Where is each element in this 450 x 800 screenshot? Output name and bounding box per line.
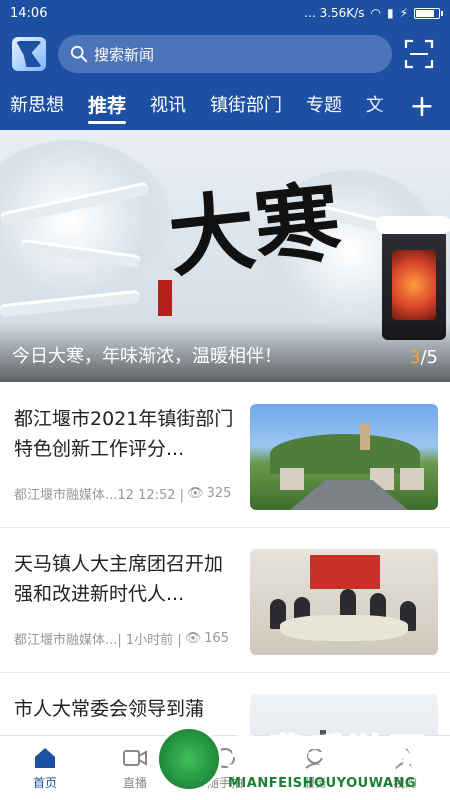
home-icon	[35, 747, 55, 768]
tab-video[interactable]: 视讯	[150, 82, 186, 130]
app-logo[interactable]	[12, 37, 46, 71]
tab-topics[interactable]: 专题	[306, 82, 342, 130]
nav-home-label: 首页	[32, 775, 57, 790]
news-thumbnail	[250, 549, 438, 655]
eye-icon: 👁	[187, 486, 204, 501]
tab-recommend[interactable]: 推荐	[88, 82, 127, 130]
nav-mine-label: 我的	[392, 775, 417, 790]
tab-xinsixiang[interactable]: 新思想	[10, 82, 64, 130]
service-icon	[305, 747, 325, 769]
network-speed: ... 3.56K/s	[304, 6, 365, 20]
news-headline: 市人大常委会领导到蒲	[14, 698, 205, 720]
nav-service[interactable]: 服务	[270, 736, 360, 800]
eye-icon: 👁	[184, 631, 202, 646]
news-item[interactable]: 都江堰市2021年镇街部门特色创新工作评分... 都江堰市融媒体...12 12…	[0, 388, 450, 528]
banner-total: /5	[420, 347, 438, 368]
status-bar: 14:06 ... 3.56K/s ◠ ▮ ⚡	[0, 0, 450, 26]
news-headline: 都江堰市2021年镇街部门特色创新工作评分...	[14, 408, 234, 460]
battery-icon	[414, 7, 443, 19]
tab-culture[interactable]: 文	[366, 82, 384, 130]
tab-town-departments[interactable]: 镇街部门	[210, 82, 282, 130]
red-seal	[158, 280, 172, 316]
nav-snapshot-label: 随手拍	[206, 775, 243, 790]
news-headline: 天马镇人大主席团召开加强和改进新时代人...	[14, 553, 224, 605]
nav-snapshot[interactable]: 随手拍	[180, 736, 270, 800]
scan-icon[interactable]	[404, 39, 434, 69]
banner-title: 今日大寒，年味渐浓，温暖相伴！	[12, 346, 282, 367]
news-source-time: 都江堰市融媒体...12 12:52 |	[14, 488, 185, 503]
news-thumbnail	[250, 404, 438, 510]
nav-service-label: 服务	[302, 775, 327, 790]
signal-icon: ▮	[386, 6, 394, 20]
news-views: 325	[206, 486, 232, 501]
charging-icon: ⚡	[399, 6, 408, 20]
video-camera-icon	[123, 749, 147, 766]
nav-mine[interactable]: 我的	[360, 736, 450, 800]
search-placeholder: 搜索新闻	[94, 45, 155, 64]
banner-caption: 今日大寒，年味渐浓，温暖相伴！ 3 /5	[0, 322, 450, 382]
nav-home[interactable]: 首页	[0, 736, 90, 800]
status-right: ... 3.56K/s ◠ ▮ ⚡	[304, 6, 443, 20]
banner-calligraphy: 大寒	[164, 171, 346, 290]
bottom-navigation: 首页 直播 随手拍 服务 我的	[0, 735, 450, 800]
news-views: 165	[204, 631, 230, 646]
search-bar[interactable]: 搜索新闻	[58, 35, 392, 73]
nav-live-label: 直播	[122, 775, 147, 790]
news-item[interactable]: 天马镇人大主席团召开加强和改进新时代人... 都江堰市融媒体...| 1小时前 …	[0, 533, 450, 673]
camera-icon	[215, 747, 235, 768]
status-time: 14:06	[10, 5, 48, 21]
wifi-icon: ◠	[370, 6, 381, 20]
user-icon	[394, 747, 416, 770]
banner-current-index: 3	[409, 347, 421, 368]
nav-live[interactable]: 直播	[90, 736, 180, 800]
news-source-time: 都江堰市融媒体...| 1小时前 |	[14, 633, 182, 648]
search-icon	[70, 45, 88, 63]
banner-carousel[interactable]: 大寒 今日大寒，年味渐浓，温暖相伴！ 3 /5	[0, 130, 450, 382]
add-channel-button[interactable]: +	[394, 82, 450, 130]
news-meta: 都江堰市融媒体...12 12:52 | 👁 325	[14, 484, 231, 503]
app-header: 搜索新闻	[0, 26, 450, 82]
news-meta: 都江堰市融媒体...| 1小时前 | 👁 165	[14, 629, 229, 648]
channel-tabs: 新思想 推荐 视讯 镇街部门 专题 文 +	[0, 82, 450, 130]
